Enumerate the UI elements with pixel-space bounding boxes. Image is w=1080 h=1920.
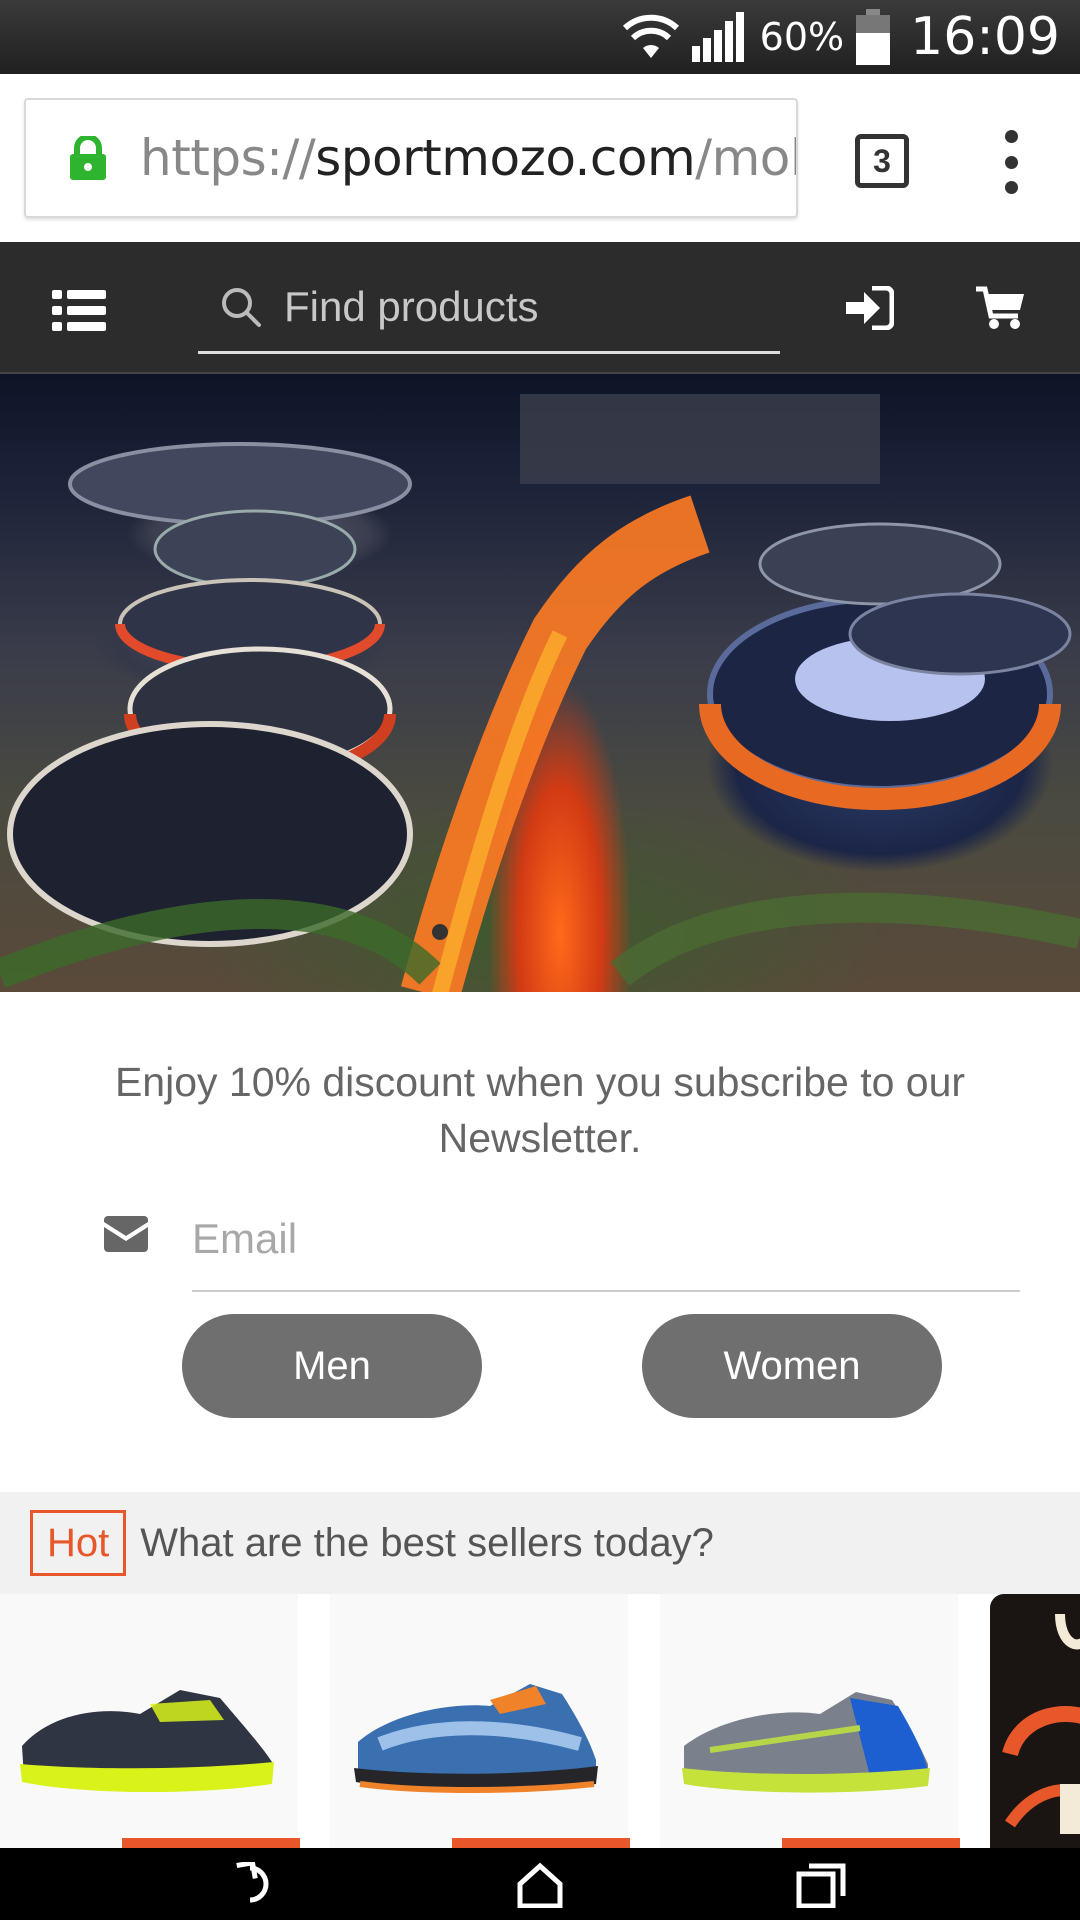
back-icon[interactable] <box>236 1862 286 1906</box>
system-navigation-bar <box>0 1848 1080 1920</box>
stadium-illustration <box>0 394 1080 992</box>
lock-icon <box>70 136 106 180</box>
url-path: /mol <box>695 129 798 187</box>
battery-percent: 60% <box>759 15 845 59</box>
address-bar[interactable]: https://sportmozo.com/mol <box>24 98 798 218</box>
screen: 60% 16:09 https://sportmozo.com/mol 3 Fi… <box>0 0 1080 1920</box>
wifi-icon <box>622 14 679 58</box>
home-icon[interactable] <box>516 1862 564 1908</box>
url-text: https://sportmozo.com/mol <box>140 129 798 187</box>
promo-card[interactable] <box>990 1594 1080 1848</box>
product-price-bar <box>452 1838 630 1848</box>
product-card[interactable] <box>330 1594 630 1848</box>
menu-dot <box>1004 181 1018 194</box>
hot-badge: Hot <box>30 1510 127 1576</box>
product-card[interactable] <box>0 1594 300 1848</box>
carousel-indicator-dot[interactable] <box>432 924 448 940</box>
men-subscribe-button[interactable]: Men <box>182 1314 482 1418</box>
menu-dot <box>1004 130 1018 143</box>
url-host: sportmozo.com <box>315 129 696 187</box>
promo-graphic <box>1002 1613 1080 1834</box>
newsletter-section: Enjoy 10% discount when you subscribe to… <box>0 992 1080 1492</box>
status-bar: 60% 16:09 <box>0 0 1080 74</box>
sign-in-icon[interactable] <box>846 286 894 330</box>
best-sellers-title: What are the best sellers today? <box>140 1520 714 1565</box>
search-bar <box>198 262 780 354</box>
shoe-image <box>20 1690 274 1793</box>
search-input[interactable] <box>284 282 744 331</box>
product-price-bar <box>782 1838 960 1848</box>
menu-dot <box>1004 155 1018 169</box>
product-card[interactable] <box>660 1594 960 1848</box>
email-field[interactable] <box>192 1188 1020 1292</box>
newsletter-text: Enjoy 10% discount when you subscribe to… <box>114 1059 966 1161</box>
cart-icon[interactable] <box>976 286 1026 330</box>
product-carousel <box>0 1594 1080 1848</box>
list-menu-icon[interactable] <box>52 290 106 332</box>
recent-apps-icon[interactable] <box>796 1862 846 1908</box>
hero-banner-image[interactable] <box>0 374 1080 992</box>
battery-icon <box>856 9 891 65</box>
shoe-image <box>354 1684 598 1793</box>
tab-switcher-button[interactable]: 3 <box>855 134 909 188</box>
url-scheme: https:// <box>140 129 316 187</box>
shoe-image <box>682 1692 930 1793</box>
browser-toolbar: https://sportmozo.com/mol 3 <box>0 74 1080 242</box>
search-icon <box>222 287 261 327</box>
clock: 16:09 <box>910 7 1060 67</box>
best-sellers-header: Hot What are the best sellers today? <box>0 1492 1080 1594</box>
browser-menu-button[interactable] <box>998 130 1024 194</box>
envelope-icon <box>104 1216 148 1252</box>
product-price-bar <box>122 1838 300 1848</box>
site-header <box>0 242 1080 374</box>
cellular-signal-icon <box>691 12 744 62</box>
women-subscribe-button[interactable]: Women <box>642 1314 942 1418</box>
